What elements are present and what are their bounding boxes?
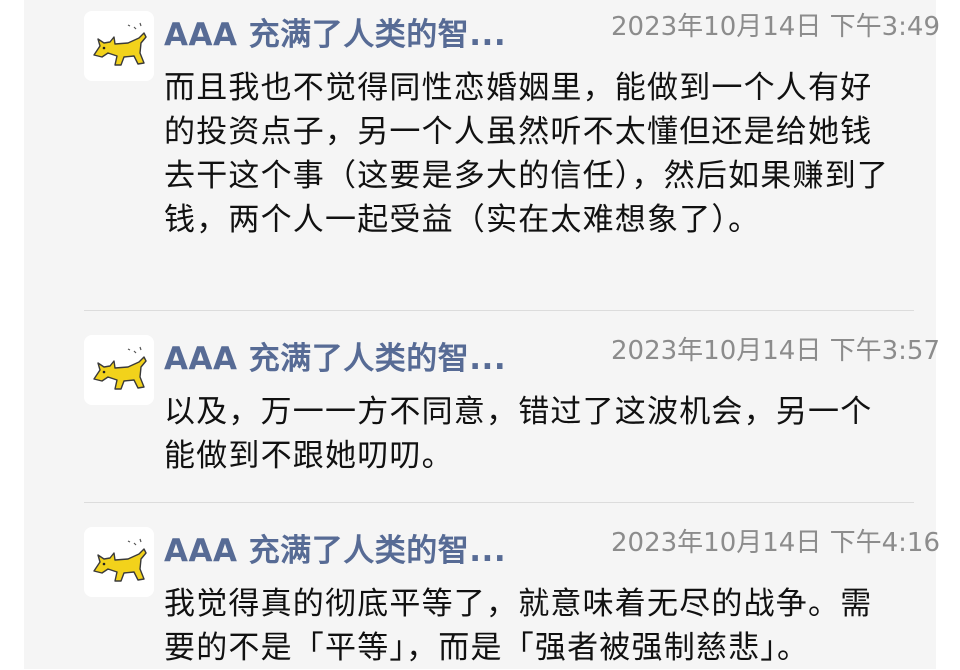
avatar[interactable]	[84, 335, 154, 405]
message-timestamp: 2023年10月14日 下午4:16	[611, 528, 940, 558]
divider	[84, 502, 914, 503]
sender-name[interactable]: AAA 充满了人类的智...	[164, 531, 506, 571]
message-timestamp: 2023年10月14日 下午3:57	[611, 336, 940, 366]
message-timestamp: 2023年10月14日 下午3:49	[611, 12, 940, 42]
cat-icon	[93, 22, 147, 66]
avatar[interactable]	[84, 11, 154, 81]
cat-icon	[93, 346, 147, 390]
sender-name[interactable]: AAA 充满了人类的智...	[164, 15, 506, 55]
message-text: 而且我也不觉得同性恋婚姻里，能做到一个人有好的投资点子，另一个人虽然听不太懂但还…	[164, 70, 890, 238]
message-text: 我觉得真的彻底平等了，就意味着无尽的战争。需要的不是「平等」，而是「强者被强制慈…	[164, 586, 873, 666]
sender-name[interactable]: AAA 充满了人类的智...	[164, 339, 506, 379]
divider	[84, 310, 914, 311]
message-text: 以及，万一一方不同意，错过了这波机会，另一个能做到不跟她叨叨。	[164, 394, 873, 474]
avatar[interactable]	[84, 527, 154, 597]
cat-icon	[93, 538, 147, 582]
